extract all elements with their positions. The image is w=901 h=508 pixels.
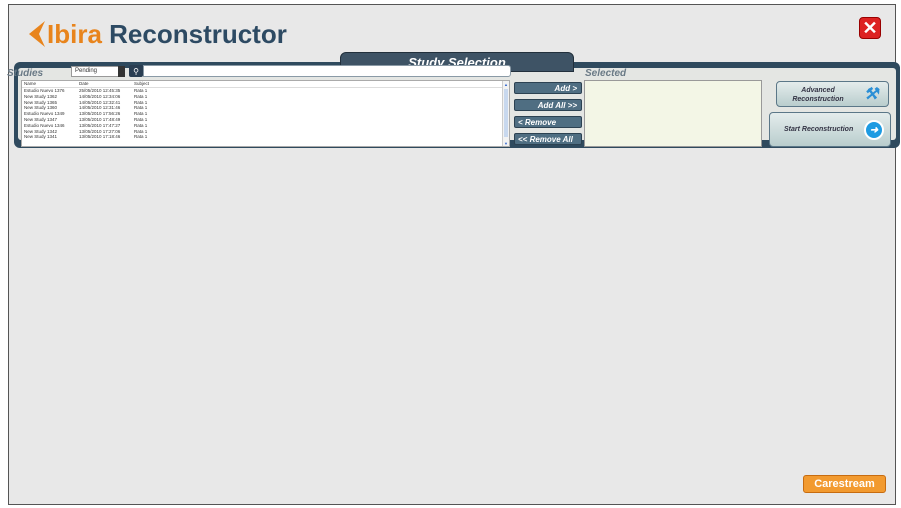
logo-chevron-icon <box>25 19 47 49</box>
vertical-scrollbar[interactable]: ▲ ▼ <box>502 81 509 146</box>
close-button[interactable]: ✕ <box>859 17 881 39</box>
table-header: Name Date Subject <box>22 81 509 88</box>
scroll-up-icon[interactable]: ▲ <box>504 82 508 87</box>
add-all-button[interactable]: Add All >> <box>514 99 582 111</box>
scroll-thumb[interactable] <box>504 89 508 137</box>
search-input[interactable] <box>143 65 511 77</box>
remove-all-button[interactable]: << Remove All <box>514 133 582 145</box>
remove-button[interactable]: < Remove <box>514 116 582 128</box>
table-row[interactable]: New Study 1341 13/05/2010 17:18:46 Rata 1 <box>22 134 509 140</box>
app-title: Ibira Reconstructor <box>47 18 287 49</box>
selected-studies-list[interactable] <box>584 80 762 147</box>
app-logo: Ibira Reconstructor <box>25 17 287 51</box>
studies-table: Name Date Subject Estudio Nuevo 1376 25/0… <box>21 80 510 147</box>
status-filter-select[interactable]: Pending <box>71 66 125 77</box>
add-button[interactable]: Add > <box>514 82 582 94</box>
scroll-down-icon[interactable]: ▼ <box>504 141 508 146</box>
chevron-down-icon <box>118 66 125 77</box>
arrow-right-icon: ➜ <box>864 120 884 140</box>
tools-icon: ⚒ <box>863 86 879 103</box>
search-icon[interactable]: ⚲ <box>129 65 143 77</box>
selected-label: Selected <box>585 68 627 79</box>
carestream-logo: Carestream <box>803 475 886 493</box>
studies-label: Studies <box>7 68 44 79</box>
advanced-reconstruction-button[interactable]: Advanced Reconstruction ⚒ <box>776 81 889 107</box>
start-reconstruction-button[interactable]: Start Reconstruction ➜ <box>769 112 891 147</box>
